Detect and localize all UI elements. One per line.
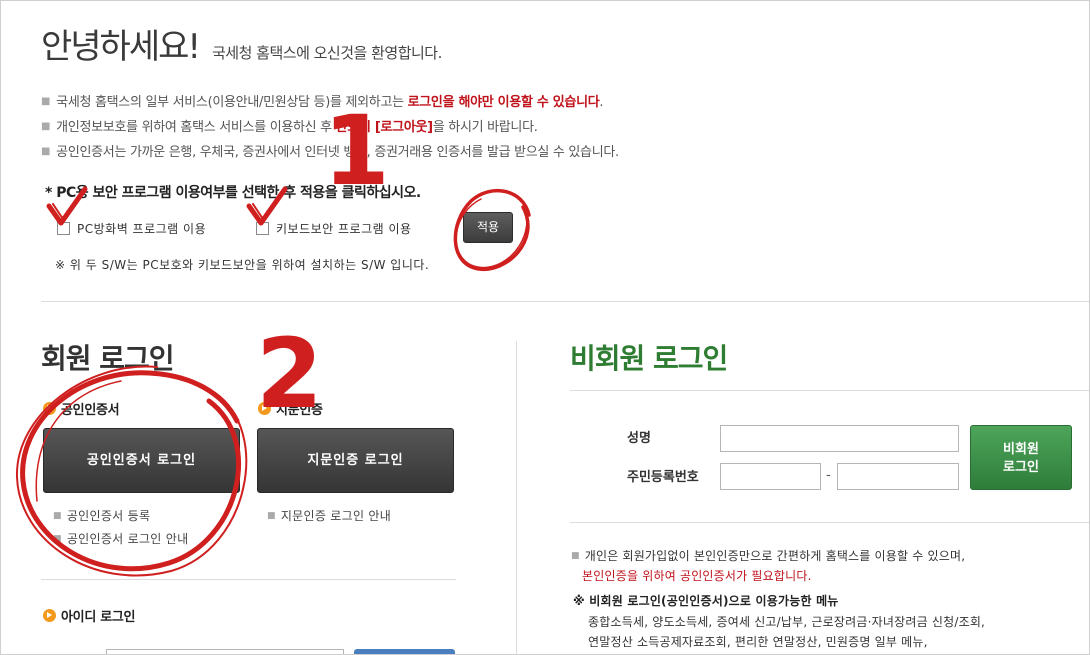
bullet-icon: ■ bbox=[41, 96, 51, 107]
step-2-annotation: 2 bbox=[256, 318, 323, 430]
cert-login-button[interactable]: 공인인증서 로그인 bbox=[43, 428, 240, 493]
name-input[interactable] bbox=[720, 425, 959, 452]
guest-info-line: ■ 개인은 회원가입없이 본인인증만으로 간편하게 홈택스를 이용할 수 있으며, bbox=[571, 549, 966, 563]
rrn-back-input[interactable] bbox=[837, 463, 959, 490]
cert-section-title: 공인인증서 bbox=[61, 403, 120, 418]
notice-item: ■ 개인정보보호를 위하여 홈택스 서비스를 이용하신 후 반드시 [로그아웃]을… bbox=[41, 120, 538, 135]
id-login-button[interactable] bbox=[354, 649, 455, 654]
guest-login-button-line1: 비회원 bbox=[1003, 442, 1039, 457]
divider bbox=[41, 579, 456, 580]
bullet-icon: ■ bbox=[41, 146, 51, 157]
id-login-title: 아이디 로그인 bbox=[61, 610, 136, 625]
hometax-login-page: 안녕하세요! 국세청 홈택스에 오신것을 환영합니다. ■ 국세청 홈택스의 일부… bbox=[0, 0, 1090, 655]
vertical-divider bbox=[516, 341, 517, 654]
sw-note: ※ 위 두 S/W는 PC보호와 키보드보안을 위하여 설치하는 S/W 입니다… bbox=[55, 258, 430, 272]
guest-info-line-red: 본인인증을 위하여 공인인증서가 필요합니다. bbox=[582, 569, 812, 583]
divider bbox=[41, 301, 1089, 302]
divider bbox=[570, 522, 1089, 523]
member-login-title: 회원 로그인 bbox=[41, 342, 175, 375]
arrow-bullet-icon bbox=[43, 402, 56, 415]
arrow-bullet-icon bbox=[43, 609, 56, 622]
bullet-icon: ■ bbox=[53, 534, 62, 544]
greeting-subtitle: 국세청 홈택스에 오신것을 환영합니다. bbox=[212, 44, 442, 62]
greeting-title: 안녕하세요! bbox=[41, 27, 201, 67]
bullet-icon: ■ bbox=[53, 511, 62, 521]
rrn-separator: - bbox=[826, 468, 831, 483]
guest-menu-line: 연말정산 소득공제자료조회, 편리한 연말정산, 민원증명 일부 메뉴, bbox=[588, 635, 928, 649]
divider bbox=[570, 390, 1089, 391]
bullet-icon: ■ bbox=[571, 551, 580, 561]
bullet-icon: ■ bbox=[267, 511, 276, 521]
keyboard-security-label: 키보드보안 프로그램 이용 bbox=[276, 222, 412, 236]
step-1-annotation: 1 bbox=[323, 95, 390, 207]
guest-login-button[interactable]: 비회원 로그인 bbox=[970, 425, 1072, 490]
guest-login-button-line2: 로그인 bbox=[1003, 460, 1039, 475]
bullet-icon: ■ bbox=[41, 121, 51, 132]
cert-login-guide-link[interactable]: ■ 공인인증서 로그인 안내 bbox=[53, 530, 188, 547]
apply-button[interactable]: 적용 bbox=[463, 212, 513, 243]
rrn-front-input[interactable] bbox=[720, 463, 821, 490]
name-label: 성명 bbox=[627, 431, 651, 446]
rrn-label: 주민등록번호 bbox=[627, 470, 699, 485]
cert-register-link[interactable]: ■ 공인인증서 등록 bbox=[53, 507, 150, 524]
guest-menu-line: 종합소득세, 양도소득세, 증여세 신고/납부, 근로장려금·자녀장려금 신청/… bbox=[588, 615, 986, 629]
id-input[interactable] bbox=[106, 649, 344, 654]
fingerprint-login-button[interactable]: 지문인증 로그인 bbox=[257, 428, 454, 493]
keyboard-security-checkbox[interactable] bbox=[256, 222, 269, 235]
fingerprint-guide-link[interactable]: ■ 지문인증 로그인 안내 bbox=[267, 507, 391, 524]
guest-login-title: 비회원 로그인 bbox=[570, 342, 728, 375]
guest-menu-title: ※ 비회원 로그인(공인인증서)으로 이용가능한 메뉴 bbox=[573, 594, 839, 608]
firewall-checkbox[interactable] bbox=[57, 222, 70, 235]
firewall-label: PC방화벽 프로그램 이용 bbox=[77, 222, 207, 236]
